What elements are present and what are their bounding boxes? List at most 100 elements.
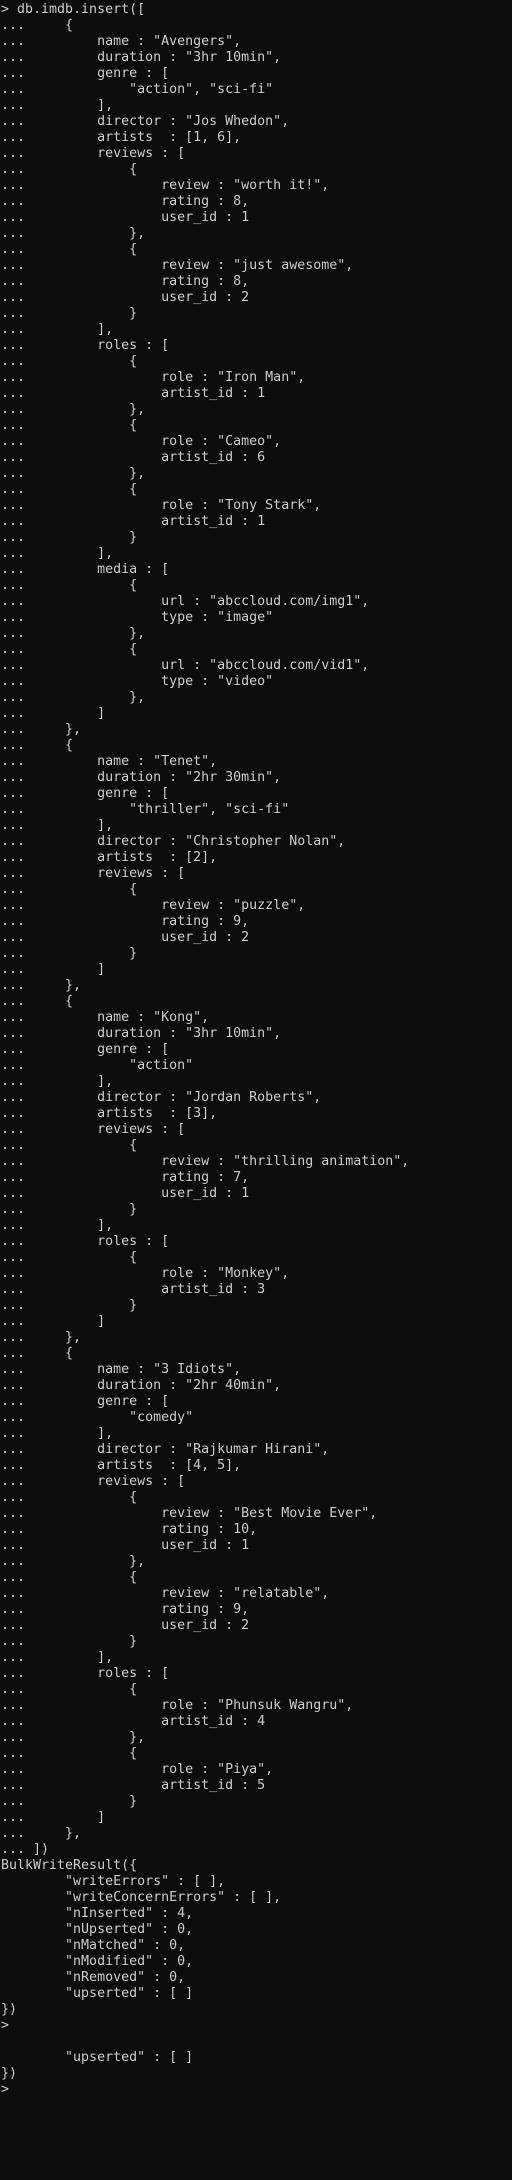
terminal-line: ... reviews : [ <box>1 1474 186 1489</box>
terminal-line: ... { <box>1 1138 138 1153</box>
terminal-line: ... ] <box>1 962 106 977</box>
terminal-line: > db.imdb.insert([ <box>1 2 146 17</box>
terminal-line: ... ] <box>1 1810 106 1825</box>
terminal-line: ... director : "Jordan Roberts", <box>1 1090 322 1105</box>
terminal-line: ... url : "abccloud.com/vid1", <box>1 658 370 673</box>
terminal-line: ... genre : [ <box>1 1394 170 1409</box>
terminal-line: ... roles : [ <box>1 1666 170 1681</box>
terminal-line: ... review : "thrilling animation", <box>1 1154 410 1169</box>
terminal-line: ... reviews : [ <box>1 866 186 881</box>
terminal-line: ... name : "Avengers", <box>1 34 242 49</box>
terminal-line: ... artists : [2], <box>1 850 218 865</box>
terminal-line: ... rating : 7, <box>1 1170 250 1185</box>
terminal-line: ... ], <box>1 322 114 337</box>
terminal-line: ... ], <box>1 546 114 561</box>
terminal-window[interactable]: > db.imdb.insert([... {... name : "Aveng… <box>0 0 512 2180</box>
terminal-line: ... ], <box>1 1074 114 1089</box>
terminal-line: ... artists : [3], <box>1 1106 218 1121</box>
terminal-line: "writeErrors" : [ ], <box>1 1874 226 1889</box>
terminal-line: }) <box>1 2066 18 2081</box>
terminal-line: ... }, <box>1 402 146 417</box>
terminal-line: ... type : "video" <box>1 674 274 689</box>
terminal-line: ... { <box>1 162 138 177</box>
terminal-line: ... roles : [ <box>1 338 170 353</box>
terminal-line: ... artists : [1, 6], <box>1 130 242 145</box>
terminal-line: ... ], <box>1 1218 114 1233</box>
terminal-line: ... user_id : 1 <box>1 210 250 225</box>
terminal-line: ... "action", "sci-fi" <box>1 82 274 97</box>
terminal-line: ... }, <box>1 690 146 705</box>
terminal-line: ... { <box>1 1490 138 1505</box>
terminal-line: ... user_id : 2 <box>1 930 250 945</box>
terminal-line: ... genre : [ <box>1 66 170 81</box>
terminal-line: ... }, <box>1 626 146 641</box>
terminal-line: ... { <box>1 1250 138 1265</box>
terminal-line: ... role : "Iron Man", <box>1 370 306 385</box>
terminal-line: "upserted" : [ ] <box>1 2050 194 2065</box>
terminal-line: ... review : "Best Movie Ever", <box>1 1506 378 1521</box>
terminal-line: ... director : "Jos Whedon", <box>1 114 290 129</box>
terminal-line: ... review : "worth it!", <box>1 178 330 193</box>
terminal-line: ... }, <box>1 1330 82 1345</box>
terminal-line: ... role : "Piya", <box>1 1762 274 1777</box>
terminal-line: ... director : "Christopher Nolan", <box>1 834 346 849</box>
terminal-line: "nRemoved" : 0, <box>1 1970 186 1985</box>
terminal-line: > <box>1 2082 10 2097</box>
terminal-line: ... }, <box>1 1730 146 1745</box>
terminal-line: ... rating : 8, <box>1 194 250 209</box>
terminal-line: ... { <box>1 482 138 497</box>
terminal-line: ... review : "just awesome", <box>1 258 354 273</box>
terminal-line: ... user_id : 1 <box>1 1538 250 1553</box>
terminal-line: ... } <box>1 306 138 321</box>
terminal-line: ... { <box>1 578 138 593</box>
terminal-line: ... artist_id : 1 <box>1 514 266 529</box>
terminal-line: ... rating : 9, <box>1 1602 250 1617</box>
terminal-line: ... ], <box>1 1650 114 1665</box>
terminal-line: ... role : "Monkey", <box>1 1266 290 1281</box>
terminal-line: ... director : "Rajkumar Hirani", <box>1 1442 330 1457</box>
terminal-line: ... { <box>1 18 74 33</box>
terminal-line: ... reviews : [ <box>1 146 186 161</box>
terminal-line: ... artists : [4, 5], <box>1 1458 242 1473</box>
terminal-line: ... "action" <box>1 1058 194 1073</box>
terminal-line: ... reviews : [ <box>1 1122 186 1137</box>
terminal-line: ... name : "3 Idiots", <box>1 1362 242 1377</box>
terminal-line: ... duration : "2hr 30min", <box>1 770 282 785</box>
terminal-line: ... }, <box>1 722 82 737</box>
terminal-line: ... genre : [ <box>1 786 170 801</box>
terminal-line: ... rating : 8, <box>1 274 250 289</box>
terminal-output: > db.imdb.insert([... {... name : "Aveng… <box>1 2 512 2098</box>
terminal-line: ... ], <box>1 98 114 113</box>
terminal-line: ... artist_id : 4 <box>1 1714 266 1729</box>
terminal-line: ... { <box>1 738 74 753</box>
terminal-line: ... }, <box>1 226 146 241</box>
terminal-line: ... } <box>1 1202 138 1217</box>
terminal-line: ... }, <box>1 978 82 993</box>
terminal-line: "nMatched" : 0, <box>1 1938 186 1953</box>
terminal-line: ... type : "image" <box>1 610 274 625</box>
terminal-line: ... ], <box>1 818 114 833</box>
terminal-line: ... artist_id : 1 <box>1 386 266 401</box>
terminal-line: ... role : "Phunsuk Wangru", <box>1 1698 354 1713</box>
terminal-line: ... artist_id : 3 <box>1 1282 266 1297</box>
terminal-line: BulkWriteResult({ <box>1 1858 138 1873</box>
terminal-line: ... "thriller", "sci-fi" <box>1 802 290 817</box>
terminal-line: ... ] <box>1 1314 106 1329</box>
terminal-line: "nUpserted" : 0, <box>1 1922 194 1937</box>
terminal-line: ... url : "abccloud.com/img1", <box>1 594 370 609</box>
terminal-line: ... } <box>1 530 138 545</box>
terminal-line: ... }, <box>1 1554 146 1569</box>
terminal-line: > <box>1 2018 10 2033</box>
terminal-line: }) <box>1 2002 18 2017</box>
terminal-line: ... } <box>1 1634 138 1649</box>
terminal-line: ... { <box>1 994 74 1009</box>
terminal-line: ... duration : "3hr 10min", <box>1 1026 282 1041</box>
terminal-line: ... } <box>1 1794 138 1809</box>
terminal-line: ... genre : [ <box>1 1042 170 1057</box>
terminal-line: ... user_id : 1 <box>1 1186 250 1201</box>
terminal-line: ... duration : "2hr 40min", <box>1 1378 282 1393</box>
terminal-line: "nModified" : 0, <box>1 1954 194 1969</box>
terminal-line: ... name : "Kong", <box>1 1010 210 1025</box>
terminal-line: ... }, <box>1 1826 82 1841</box>
